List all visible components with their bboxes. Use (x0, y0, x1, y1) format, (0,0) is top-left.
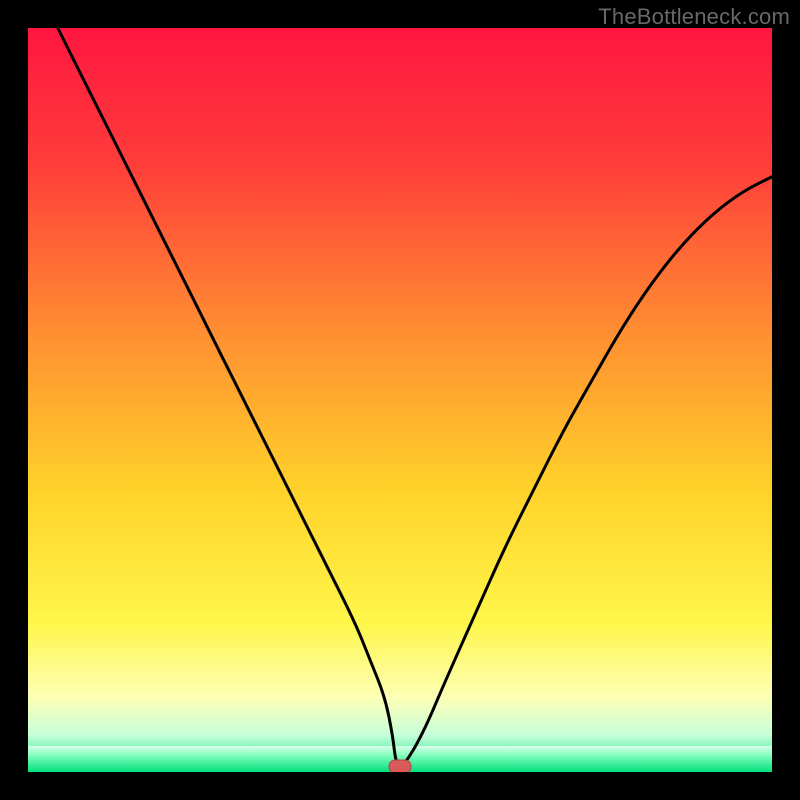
chart-frame: TheBottleneck.com (0, 0, 800, 800)
watermark-text: TheBottleneck.com (598, 4, 790, 30)
plot-area (28, 28, 772, 772)
gradient-background (28, 28, 772, 772)
bottleneck-chart (28, 28, 772, 772)
optimal-marker (389, 760, 411, 772)
